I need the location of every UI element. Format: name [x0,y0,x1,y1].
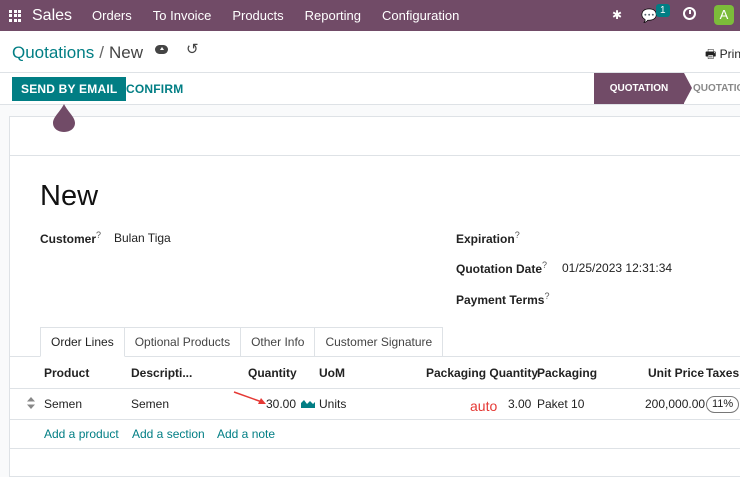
help-mark: ? [542,260,548,270]
footer-divider [9,448,740,449]
quotation-date-label-text: Quotation Date [456,262,542,276]
print-button[interactable]: 🖶 Prin [705,45,740,66]
forecast-chart-icon[interactable] [301,398,315,408]
col-packaging-quantity[interactable]: Packaging Quantity [426,366,538,380]
payment-terms-label: Payment Terms? [456,291,550,307]
col-uom[interactable]: UoM [319,366,345,380]
row-drag-handle-icon[interactable] [27,397,35,409]
cell-product[interactable]: Semen [44,397,82,411]
breadcrumb-separator: / [99,43,104,62]
menu-configuration[interactable]: Configuration [382,8,459,23]
user-avatar[interactable]: A [714,5,734,25]
record-title: New [40,180,99,212]
tab-customer-signature[interactable]: Customer Signature [315,327,444,357]
print-label: Prin [719,47,740,61]
annotation-auto-label: auto [470,398,498,414]
add-section-link[interactable]: Add a section [132,427,205,441]
add-note-link[interactable]: Add a note [217,427,275,441]
customer-field[interactable]: Bulan Tiga [114,231,171,245]
col-quantity[interactable]: Quantity [248,366,297,380]
stage-quotation-sent[interactable]: QUOTATIO [693,73,740,104]
breadcrumb-current: New [108,43,143,62]
cell-packaging[interactable]: Paket 10 [537,397,584,411]
menu-to-invoice[interactable]: To Invoice [153,8,212,23]
row-divider [9,419,740,420]
breadcrumb-quotations[interactable]: Quotations [12,43,94,62]
drop-marker-icon [53,104,75,132]
tab-order-lines[interactable]: Order Lines [40,327,125,357]
header-divider [9,388,740,389]
breadcrumb: Quotations / New [12,43,143,63]
cell-description[interactable]: Semen [131,397,169,411]
help-mark: ? [514,230,520,240]
quotation-date-field[interactable]: 01/25/2023 12:31:34 [562,261,672,275]
stage-quotation[interactable]: QUOTATION [594,73,692,104]
help-mark: ? [544,291,550,301]
col-unit-price[interactable]: Unit Price [648,366,704,380]
col-description[interactable]: Descripti... [131,366,192,380]
quotation-date-label: Quotation Date? [456,260,547,276]
chat-count-badge: 1 [656,4,670,17]
cell-unit-price[interactable]: 200,000.00 [645,397,705,411]
activity-clock-icon[interactable] [683,7,696,20]
sheet-header-area [9,116,740,156]
customer-label-text: Customer [40,232,97,246]
expiration-label-text: Expiration [456,232,515,246]
app-brand[interactable]: Sales [32,7,72,25]
status-bar: SEND BY EMAIL CONFIRM QUOTATION QUOTATIO [0,73,740,105]
customer-label: Customer? [40,230,101,246]
notebook-tabs: Order Lines Optional Products Other Info… [40,327,444,357]
add-product-link[interactable]: Add a product [44,427,119,441]
col-packaging[interactable]: Packaging [537,366,597,380]
menu-products[interactable]: Products [232,8,283,23]
cell-packaging-quantity[interactable]: 3.00 [508,397,531,411]
save-cloud-icon[interactable] [155,45,168,54]
menu-orders[interactable]: Orders [92,8,132,23]
tax-badge[interactable]: 11% [706,396,740,413]
confirm-button[interactable]: CONFIRM [126,77,183,101]
form-sheet [9,116,740,477]
main-menu: Orders To Invoice Products Reporting Con… [92,8,480,23]
payment-terms-label-text: Payment Terms [456,293,545,307]
apps-menu-icon[interactable] [9,9,21,22]
debug-bug-icon[interactable]: ✱ [612,8,622,22]
col-taxes[interactable]: Taxes [706,366,739,380]
cell-quantity[interactable]: 30.00 [266,397,296,411]
help-mark: ? [96,230,102,240]
col-product[interactable]: Product [44,366,89,380]
menu-reporting[interactable]: Reporting [305,8,361,23]
chat-icon[interactable]: 💬 [641,8,657,24]
discard-undo-icon[interactable]: ↺ [186,40,199,58]
control-panel: Quotations / New ↺ 🖶 Prin [0,31,740,73]
annotation-arrow-icon [233,391,266,404]
send-by-email-button[interactable]: SEND BY EMAIL [12,77,127,101]
tab-optional-products[interactable]: Optional Products [124,327,242,357]
cell-uom[interactable]: Units [319,397,346,411]
top-navbar: Sales Orders To Invoice Products Reporti… [0,0,740,31]
expiration-label: Expiration? [456,230,520,246]
tab-other-info[interactable]: Other Info [241,327,316,357]
